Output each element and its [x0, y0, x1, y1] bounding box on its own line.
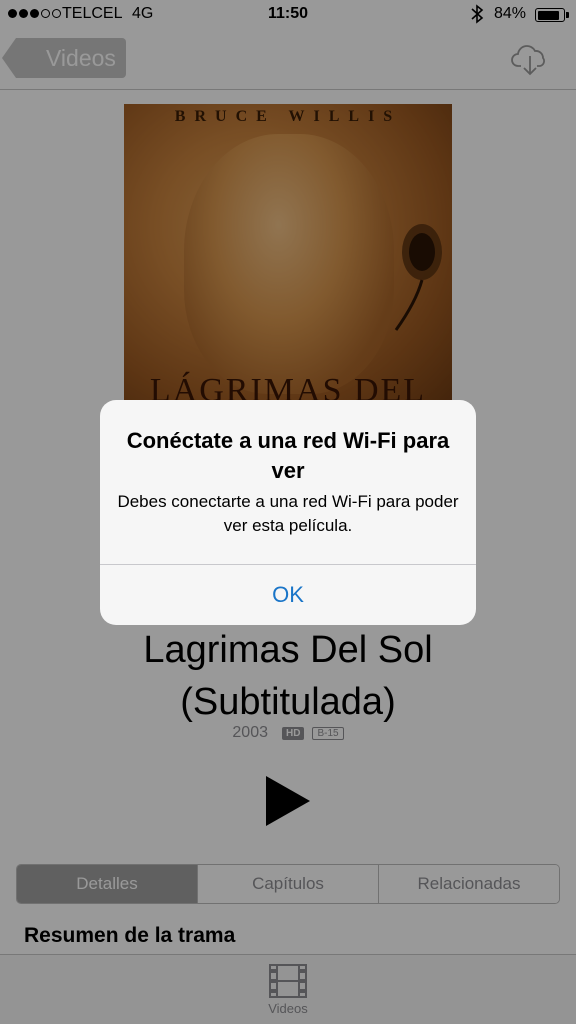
wifi-alert-dialog: Conéctate a una red Wi-Fi para ver Debes… [100, 400, 476, 625]
alert-ok-button[interactable]: OK [100, 565, 476, 625]
alert-title: Conéctate a una red Wi-Fi para ver [126, 428, 450, 483]
alert-message: Debes conectarte a una red Wi-Fi para po… [117, 492, 459, 535]
